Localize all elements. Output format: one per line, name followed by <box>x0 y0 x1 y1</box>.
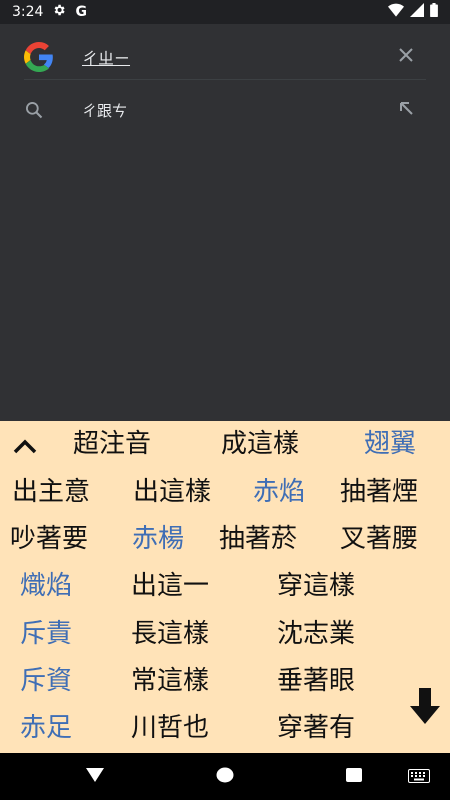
candidate-item[interactable]: 超注音 <box>73 428 151 460</box>
suggestion-text: ㄔ跟ㄘ <box>82 101 128 120</box>
arrow-up-left-icon <box>398 100 414 120</box>
candidate-item[interactable]: 吵著要 <box>10 523 88 555</box>
chevron-up-icon <box>10 439 40 466</box>
status-bar: 3:24 G <box>0 0 450 24</box>
home-button[interactable] <box>210 763 240 791</box>
candidate-item[interactable]: 出主意 <box>12 476 90 508</box>
candidate-item[interactable]: 沈志業 <box>277 618 355 650</box>
candidate-item[interactable]: 穿這樣 <box>277 570 355 602</box>
home-circle-icon <box>216 766 234 788</box>
candidate-item[interactable]: 赤楊 <box>132 523 184 555</box>
candidate-item[interactable]: 赤焰 <box>253 476 305 508</box>
candidate-item[interactable]: 長這樣 <box>131 618 209 650</box>
recents-square-icon <box>345 767 363 787</box>
google-app-icon: G <box>75 4 87 20</box>
candidate-item[interactable]: 斥責 <box>20 618 72 650</box>
clear-search-button[interactable] <box>392 43 420 71</box>
back-triangle-icon <box>85 767 105 787</box>
candidate-item[interactable]: 斥資 <box>20 665 72 697</box>
arrow-down-icon <box>408 688 442 730</box>
candidate-item[interactable]: 叉著腰 <box>340 523 418 555</box>
collapse-candidates-button[interactable] <box>10 432 40 462</box>
fill-query-button[interactable] <box>392 96 420 124</box>
candidate-item[interactable]: 赤足 <box>20 712 72 744</box>
settings-gear-icon <box>52 3 66 21</box>
candidate-item[interactable]: 穿著有 <box>277 712 355 744</box>
candidate-item[interactable]: 出這樣 <box>133 476 211 508</box>
candidate-item[interactable]: 成這樣 <box>221 428 299 460</box>
candidate-item[interactable]: 川哲也 <box>131 712 209 744</box>
back-button[interactable] <box>80 763 110 791</box>
candidate-item[interactable]: 垂著眼 <box>277 665 355 697</box>
close-icon <box>398 47 414 67</box>
keyboard-switch-button[interactable] <box>404 763 434 791</box>
navigation-bar <box>0 753 450 800</box>
candidate-item[interactable]: 熾焰 <box>20 570 72 602</box>
search-bar <box>24 34 426 80</box>
recents-button[interactable] <box>339 763 369 791</box>
more-candidates-button[interactable] <box>408 686 442 726</box>
suggestion-item[interactable]: ㄔ跟ㄘ <box>24 88 426 132</box>
candidate-item[interactable]: 抽著煙 <box>340 476 418 508</box>
cell-signal-icon <box>410 3 424 21</box>
google-logo-icon <box>24 40 58 74</box>
candidate-item[interactable]: 常這樣 <box>131 665 209 697</box>
keyboard-icon <box>408 768 430 787</box>
candidate-item[interactable]: 出這一 <box>131 570 209 602</box>
candidate-item[interactable]: 抽著菸 <box>219 523 297 555</box>
battery-icon <box>430 3 438 21</box>
candidate-item[interactable]: 翅翼 <box>364 428 416 460</box>
status-time: 3:24 <box>12 4 44 20</box>
wifi-icon <box>388 3 404 21</box>
search-icon <box>24 100 58 120</box>
search-input[interactable] <box>82 47 392 66</box>
